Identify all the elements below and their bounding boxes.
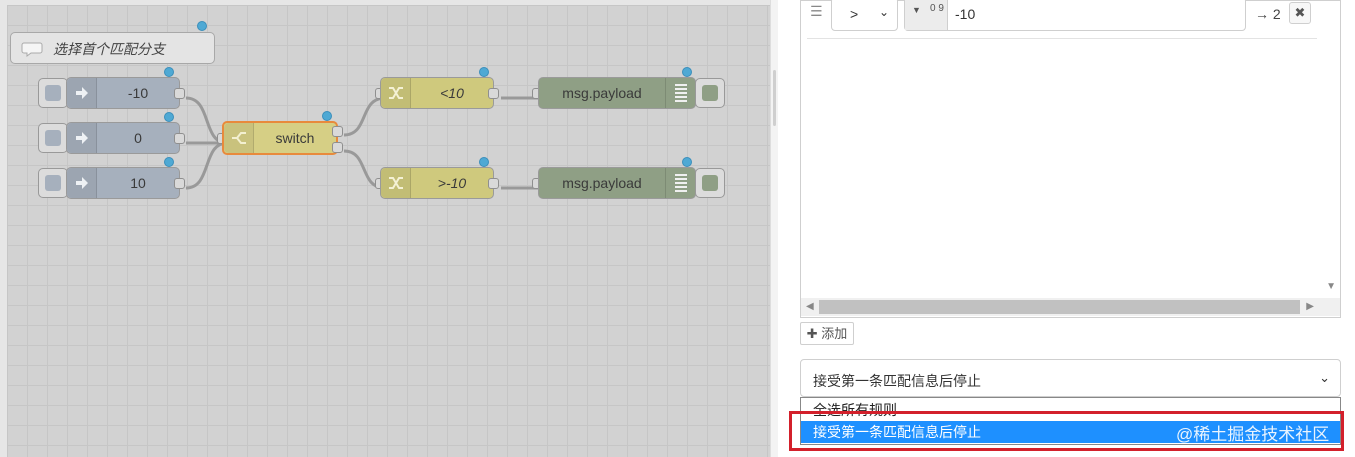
output-index: → 2: [1255, 6, 1281, 22]
drag-handle-icon[interactable]: ☰: [810, 3, 824, 20]
debug-label: msg.payload: [562, 175, 642, 191]
splitter-grip[interactable]: [773, 70, 776, 126]
comment-node[interactable]: 选择首个匹配分支: [10, 32, 215, 64]
changed-indicator: [682, 157, 692, 167]
panel-splitter[interactable]: [770, 0, 778, 457]
scrollbar-thumb[interactable]: [819, 300, 1300, 314]
shuffle-icon: [381, 168, 411, 198]
switch-icon: [224, 123, 254, 153]
operator-select[interactable]: > ⌄: [831, 0, 898, 31]
comment-icon: [21, 42, 43, 57]
inject-node[interactable]: -10: [66, 77, 180, 109]
rules-list[interactable]: ☰ > ⌄ ▼ 0 9 -10 → 2 ✖ ▼ ◀ ▶: [800, 0, 1341, 318]
operator-value: >: [850, 6, 859, 22]
inject-node[interactable]: 0: [66, 122, 180, 154]
change-label: >-10: [437, 175, 467, 191]
flow-workspace[interactable]: 选择首个匹配分支 -10 0 10 switch <10 >-10 msg.pa…: [0, 0, 770, 457]
inject-label: 0: [134, 130, 142, 146]
inject-trigger-button[interactable]: [38, 123, 68, 153]
switch-properties-panel: ☰ > ⌄ ▼ 0 9 -10 → 2 ✖ ▼ ◀ ▶ ✚ 添加 接受第一条匹配…: [778, 0, 1355, 457]
option-check-all[interactable]: 全选所有规则: [801, 399, 1340, 421]
debug-node[interactable]: msg.payload: [538, 77, 696, 109]
output-port[interactable]: [174, 88, 185, 99]
number-type-icon: 0 9: [930, 3, 944, 14]
changed-indicator: [682, 67, 692, 77]
add-rule-button[interactable]: ✚ 添加: [800, 322, 854, 345]
caret-down-icon: ▼: [912, 5, 921, 15]
switch-label: switch: [275, 130, 315, 146]
output-port[interactable]: [174, 178, 185, 189]
inject-node[interactable]: 10: [66, 167, 180, 199]
changed-indicator: [197, 21, 207, 31]
output-port-1[interactable]: [332, 126, 343, 137]
value-type-selector[interactable]: ▼ 0 9: [905, 0, 948, 30]
scroll-down-icon[interactable]: ▼: [1326, 281, 1336, 292]
rule-value: -10: [955, 6, 976, 22]
inject-arrow-icon: [67, 123, 97, 153]
wire: [343, 96, 386, 137]
inject-label: 10: [130, 175, 146, 191]
change-node[interactable]: >-10: [380, 167, 494, 199]
debug-label: msg.payload: [562, 85, 642, 101]
debug-list-icon: [665, 78, 695, 108]
inject-label: -10: [127, 85, 149, 101]
rule-row: ☰ > ⌄ ▼ 0 9 -10 → 2 ✖: [807, 0, 1317, 39]
output-port-2[interactable]: [332, 142, 343, 153]
debug-list-icon: [665, 168, 695, 198]
wire: [185, 141, 228, 190]
wires: [185, 96, 544, 190]
chevron-down-icon: ⌄: [1319, 370, 1330, 385]
scroll-right-icon[interactable]: ▶: [1306, 301, 1314, 312]
check-mode-value: 接受第一条匹配信息后停止: [813, 373, 981, 389]
changed-indicator: [164, 157, 174, 167]
watermark: @稀土掘金技术社区: [1176, 425, 1330, 444]
shuffle-icon: [381, 78, 411, 108]
inject-trigger-button[interactable]: [38, 78, 68, 108]
check-mode-select[interactable]: 接受第一条匹配信息后停止 ⌄: [800, 359, 1341, 397]
changed-indicator: [164, 112, 174, 122]
changed-indicator: [164, 67, 174, 77]
debug-toggle-button[interactable]: [695, 78, 725, 108]
inject-arrow-icon: [67, 78, 97, 108]
output-port[interactable]: [488, 178, 499, 189]
debug-toggle-button[interactable]: [695, 168, 725, 198]
changed-indicator: [479, 157, 489, 167]
output-port[interactable]: [488, 88, 499, 99]
switch-node[interactable]: switch: [222, 121, 338, 155]
change-label: <10: [440, 85, 464, 101]
delete-rule-button[interactable]: ✖: [1289, 2, 1311, 24]
horizontal-scrollbar[interactable]: ◀ ▶: [801, 298, 1340, 316]
change-node[interactable]: <10: [380, 77, 494, 109]
changed-indicator: [322, 111, 332, 121]
inject-trigger-button[interactable]: [38, 168, 68, 198]
output-port[interactable]: [174, 133, 185, 144]
rule-value-input[interactable]: ▼ 0 9 -10: [904, 0, 1246, 31]
chevron-down-icon: ⌄: [878, 5, 889, 19]
scroll-left-icon[interactable]: ◀: [806, 301, 814, 312]
comment-label: 选择首个匹配分支: [53, 41, 165, 57]
inject-arrow-icon: [67, 168, 97, 198]
debug-node[interactable]: msg.payload: [538, 167, 696, 199]
changed-indicator: [479, 67, 489, 77]
